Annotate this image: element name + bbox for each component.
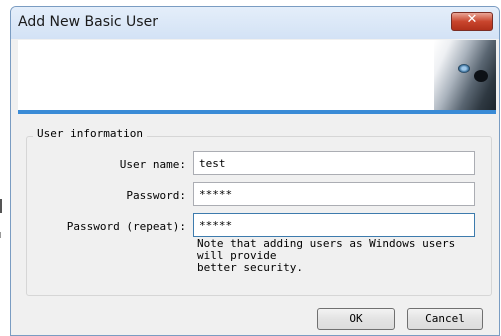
header-banner — [18, 40, 496, 110]
password-label: Password: — [126, 189, 186, 202]
title-bar[interactable]: Add New Basic User ✕ — [11, 7, 499, 39]
background-edge-mark — [0, 199, 2, 213]
security-note: Note that adding users as Windows users … — [197, 237, 456, 274]
banner-accent-bar — [18, 110, 496, 114]
password-repeat-input[interactable] — [193, 213, 475, 237]
password-input[interactable] — [193, 182, 475, 206]
password-repeat-label: Password (repeat): — [66, 220, 186, 233]
add-basic-user-dialog: Add New Basic User ✕ User information Us… — [10, 6, 500, 336]
cancel-button[interactable]: Cancel — [407, 308, 483, 330]
close-button[interactable]: ✕ — [451, 12, 493, 31]
background-edge-mark-small — [0, 232, 1, 238]
username-label: User name: — [119, 158, 186, 171]
close-icon: ✕ — [466, 12, 478, 27]
username-input[interactable] — [193, 151, 475, 175]
dialog-title: Add New Basic User — [18, 14, 158, 30]
wolf-logo-image — [434, 40, 496, 110]
ok-button[interactable]: OK — [317, 308, 395, 330]
group-title: User information — [33, 127, 147, 140]
